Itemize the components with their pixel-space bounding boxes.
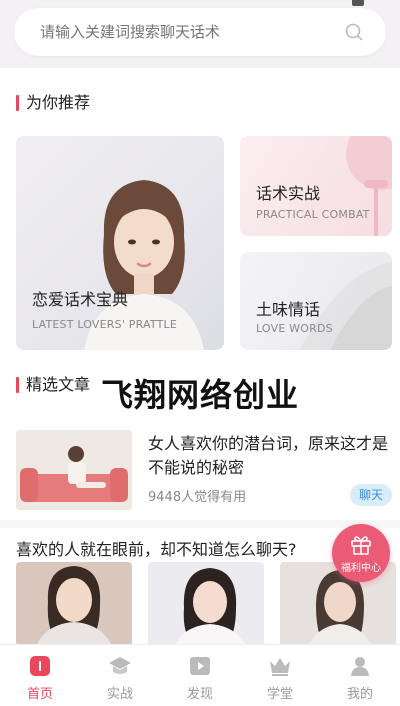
- thumbnail-1[interactable]: [16, 562, 132, 646]
- home-icon: [30, 656, 50, 676]
- card-love-words[interactable]: 土味情话 LOVE WORDS: [240, 252, 392, 350]
- search-bar[interactable]: [14, 8, 386, 56]
- thumbnail-2[interactable]: [148, 562, 264, 646]
- welfare-center-label: 福利中心: [341, 563, 381, 574]
- article-likes: 9448人觉得有用: [148, 490, 247, 505]
- watermark-text: 飞翔网络创业: [100, 376, 299, 414]
- tab-discover-label: 发现: [186, 687, 213, 702]
- graduation-cap-icon: [109, 657, 131, 674]
- bottom-tab-bar: 首页 实战 发现 学堂 我的: [0, 644, 400, 706]
- tab-mine-label: 我的: [346, 687, 373, 702]
- crown-icon: [270, 658, 290, 676]
- article-thumbnail: [16, 430, 132, 510]
- article-tag-badge[interactable]: 聊天: [350, 484, 392, 506]
- user-icon: [351, 657, 369, 676]
- tab-practice-label: 实战: [106, 687, 133, 702]
- tab-school[interactable]: 学堂: [240, 645, 320, 706]
- card-love-words-title: 土味情话: [256, 300, 321, 319]
- article-item[interactable]: 女人喜欢你的潜台词，原来这才是不能说的秘密 9448人觉得有用 聊天: [16, 430, 392, 512]
- gift-icon: [351, 536, 371, 555]
- card-practical-combat-subtitle: PRACTICAL COMBAT: [256, 208, 370, 221]
- tab-school-label: 学堂: [266, 687, 293, 702]
- search-icon[interactable]: [344, 22, 364, 42]
- card-practical-combat[interactable]: 话术实战 PRACTICAL COMBAT: [240, 136, 392, 236]
- card-love-words-subtitle: LOVE WORDS: [256, 322, 333, 335]
- card-practical-combat-title: 话术实战: [256, 184, 321, 203]
- status-notch: [352, 0, 364, 6]
- sofa-photo-image: [16, 430, 132, 510]
- welfare-center-button[interactable]: 福利中心: [332, 524, 390, 582]
- card-love-tips[interactable]: 恋爱话术宝典 LATEST LOVERS' PRATTLE: [16, 136, 224, 350]
- girl-photo-1-image: [16, 562, 132, 646]
- pink-decor-image: [346, 136, 392, 236]
- card-love-tips-subtitle: LATEST LOVERS' PRATTLE: [32, 318, 177, 331]
- tab-mine[interactable]: 我的: [320, 645, 400, 706]
- girl-photo-2-image: [148, 562, 264, 646]
- card-love-tips-title: 恋爱话术宝典: [32, 290, 129, 309]
- section-divider: [0, 520, 400, 528]
- search-input[interactable]: [40, 8, 340, 56]
- tab-home[interactable]: 首页: [0, 645, 80, 706]
- play-icon: [190, 657, 210, 675]
- article-title: 女人喜欢你的潜台词，原来这才是不能说的秘密: [148, 434, 389, 477]
- question-heading: 喜欢的人就在眼前，却不知道怎么聊天?: [16, 540, 297, 559]
- tab-home-label: 首页: [26, 687, 53, 702]
- tab-practice[interactable]: 实战: [80, 645, 160, 706]
- tab-discover[interactable]: 发现: [160, 645, 240, 706]
- recommend-section-title: 为你推荐: [16, 92, 90, 114]
